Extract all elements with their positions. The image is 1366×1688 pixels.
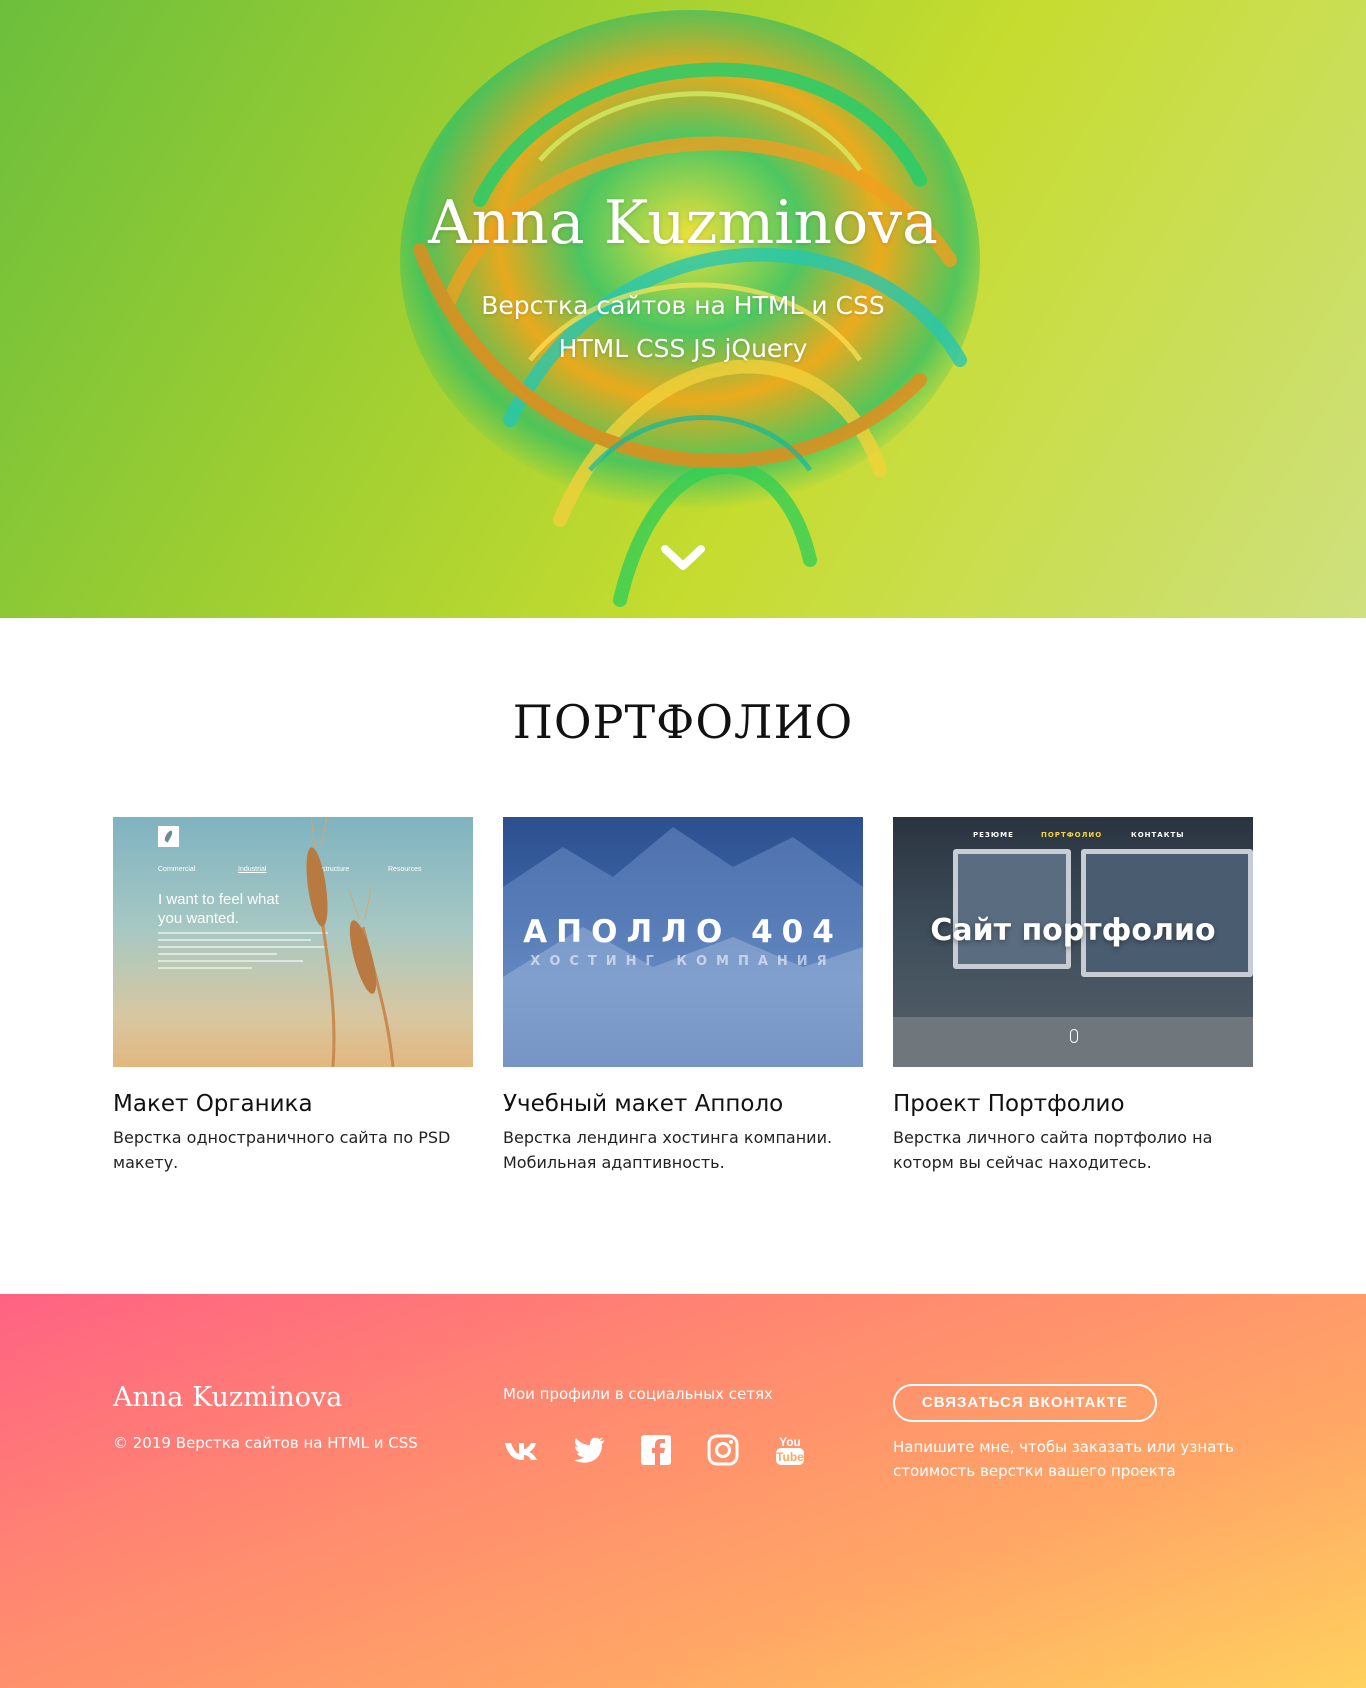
chevron-down-icon[interactable] (660, 542, 706, 572)
thumb-nav-item: Industrial (238, 866, 267, 873)
card-description: Верстка лендинга хостинга компании. Моби… (503, 1128, 833, 1172)
card-title[interactable]: Проект Портфолио (893, 1091, 1253, 1117)
thumb-headline: АПОЛЛО 404 (523, 914, 843, 950)
portfolio-heading: ПОРТФОЛИО (512, 695, 854, 749)
thumb-tagline: I want to feel what you wanted. (158, 891, 279, 927)
wheat-image (306, 817, 395, 1067)
footer-name: Anna Kuzminova (113, 1382, 343, 1413)
card-title[interactable]: Макет Органика (113, 1091, 473, 1117)
facebook-icon[interactable] (637, 1433, 675, 1467)
card-title[interactable]: Учебный макет Апполо (503, 1091, 863, 1117)
hero-subtitle: Верстка сайтов на HTML и CSS (481, 291, 885, 320)
hero-section: Anna Kuzminova Верстка сайтов на HTML и … (0, 0, 1366, 618)
footer-copyright: © 2019 Верстка сайтов на HTML и CSS (113, 1434, 418, 1452)
card-description: Верстка одностраничного сайта по PSD мак… (113, 1128, 451, 1172)
portfolio-card-apollo: АПОЛЛО 404 ХОСТИНГ КОМПАНИЯ Учебный маке… (503, 817, 863, 1175)
contact-note: Напишите мне, чтобы заказать или узнать … (893, 1438, 1234, 1480)
portfolio-thumb-organika[interactable]: Commercial Industrial Infrastructure Res… (113, 817, 473, 1067)
social-icons: You Tube (503, 1433, 838, 1467)
svg-text:You: You (779, 1435, 801, 1449)
thumb-nav-item: РЕЗЮМЕ (973, 831, 1014, 839)
monitor-image (953, 849, 1071, 969)
contact-vk-button[interactable]: СВЯЗАТЬСЯ ВКОНТАКТЕ (893, 1384, 1157, 1422)
portfolio-card-organika: Commercial Industrial Infrastructure Res… (113, 817, 473, 1175)
hero-skills: HTML CSS JS jQuery (558, 334, 808, 363)
instagram-icon[interactable] (704, 1433, 742, 1467)
thumb-nav-item: Commercial (158, 866, 196, 873)
portfolio-card-portfolio: РЕЗЮМЕ ПОРТФОЛИО КОНТАКТЫ Сайт портфолио… (893, 817, 1253, 1175)
thumb-subline: ХОСТИНГ КОМПАНИЯ (530, 954, 836, 969)
social-title: Мои профили в социальных сетях (503, 1385, 773, 1403)
thumb-nav-item: КОНТАКТЫ (1131, 831, 1185, 839)
hero-title: Anna Kuzminova (428, 188, 938, 258)
thumb-headline: Сайт портфолио (930, 913, 1216, 948)
portfolio-thumb-apollo[interactable]: АПОЛЛО 404 ХОСТИНГ КОМПАНИЯ (503, 817, 863, 1067)
logo-icon (158, 826, 179, 847)
footer: Anna Kuzminova © 2019 Верстка сайтов на … (0, 1294, 1366, 1688)
svg-text:Tube: Tube (776, 1450, 804, 1464)
youtube-icon[interactable]: You Tube (771, 1433, 809, 1467)
portfolio-thumb-portfolio[interactable]: РЕЗЮМЕ ПОРТФОЛИО КОНТАКТЫ Сайт портфолио (893, 817, 1253, 1067)
vk-icon[interactable] (503, 1433, 541, 1467)
thumb-nav-item-active: ПОРТФОЛИО (1041, 831, 1103, 839)
card-description: Верстка личного сайта портфолио на котор… (893, 1128, 1213, 1172)
mouse-icon (1070, 1029, 1078, 1043)
twitter-icon[interactable] (570, 1433, 608, 1467)
